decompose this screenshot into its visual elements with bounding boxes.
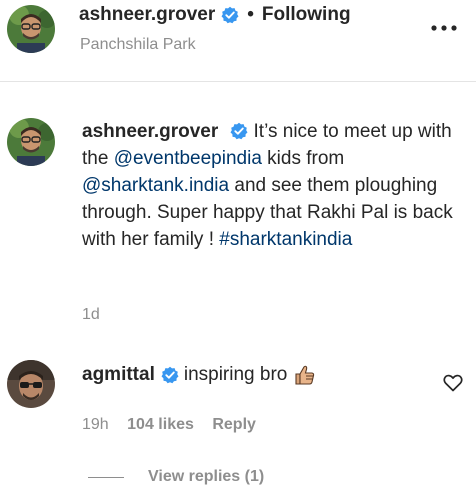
like-heart-icon[interactable]	[443, 373, 463, 393]
replies-divider-line	[88, 476, 124, 478]
comment-message: inspiring bro	[183, 364, 288, 385]
hashtag-sharktankindia[interactable]: #sharktankindia	[219, 229, 352, 250]
commenter-username[interactable]: agmittal	[82, 364, 155, 386]
verified-badge-icon	[221, 6, 239, 24]
commenter-avatar[interactable]	[7, 360, 55, 408]
caption-timestamp[interactable]: 1d	[82, 306, 100, 324]
verified-badge-icon	[161, 366, 179, 384]
post-header: ashneer.grover • Following Panchshila Pa…	[0, 0, 476, 82]
location-link[interactable]: Panchshila Park	[80, 36, 196, 54]
author-avatar[interactable]	[7, 5, 55, 53]
header-author-line: ashneer.grover • Following	[79, 4, 351, 26]
caption-username[interactable]: ashneer.grover	[82, 121, 218, 142]
comment-text: agmittal inspiring bro	[82, 363, 317, 387]
caption-text: ashneer.grover It’s nice to meet up with…	[82, 118, 457, 253]
header-username[interactable]: ashneer.grover	[79, 4, 215, 26]
mention-eventbeepindia[interactable]: @eventbeepindia	[114, 148, 262, 169]
reply-button[interactable]: Reply	[212, 416, 256, 433]
comment-meta: 19h 104 likes Reply	[82, 416, 270, 434]
mention-sharktank-india[interactable]: @sharktank.india	[82, 175, 229, 196]
more-horizontal-icon[interactable]	[430, 21, 458, 33]
following-button[interactable]: Following	[262, 4, 351, 26]
caption-text-part: kids from	[261, 148, 345, 169]
comment-likes-count[interactable]: 104 likes	[127, 416, 194, 433]
caption-author-avatar[interactable]	[7, 118, 55, 166]
comment-timestamp[interactable]: 19h	[82, 416, 109, 433]
view-replies-label: View replies (1)	[148, 468, 265, 485]
view-replies-button[interactable]: View replies (1)	[88, 468, 264, 486]
thumbs-up-emoji-icon	[293, 363, 317, 387]
separator-dot: •	[247, 4, 254, 25]
verified-badge-icon	[230, 122, 248, 140]
